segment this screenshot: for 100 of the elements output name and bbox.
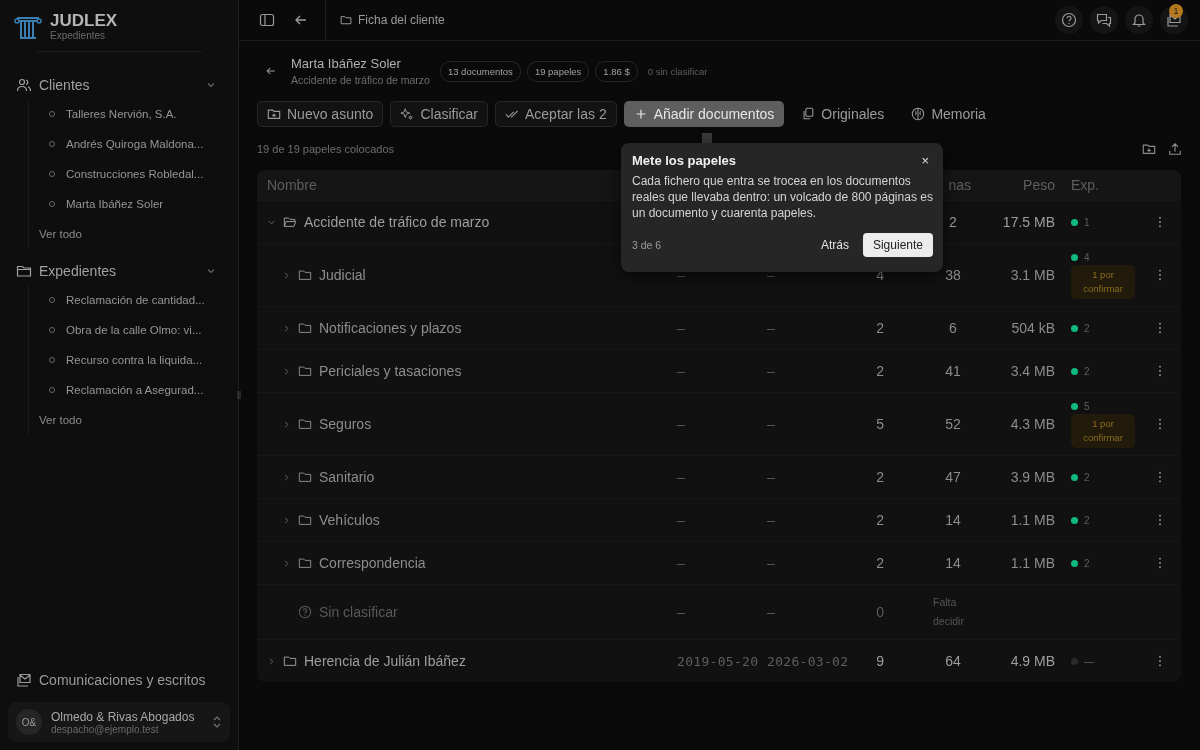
row-name[interactable]: Notificaciones y plazos (319, 320, 462, 336)
date-cell: — (677, 320, 686, 336)
sidebar-toggle-icon[interactable] (259, 12, 275, 28)
toolbar-button[interactable]: Nuevo asunto (257, 101, 384, 127)
back-arrow-icon[interactable] (265, 65, 277, 77)
toolbar-button[interactable]: Memoria (901, 101, 996, 127)
sidebar-item[interactable]: Construcciones Robledal... (39, 159, 230, 189)
sidebar-item[interactable]: Reclamación a Asegurad... (39, 375, 230, 405)
page-count: 52 (945, 416, 961, 432)
sidebar-item[interactable]: Andrés Quiroga Maldona... (39, 129, 230, 159)
date-cell: — (677, 363, 686, 379)
document-count: 9 (876, 653, 884, 669)
date-cell: — (767, 267, 776, 283)
resize-grip-icon[interactable] (237, 390, 241, 400)
account-switcher[interactable]: O& Olmedo & Rivas Abogados despacho@ejemplo.test (8, 702, 230, 742)
more-icon[interactable] (1158, 418, 1162, 430)
folder-icon (16, 263, 32, 279)
size-cell: 3.4 MB (1010, 363, 1055, 379)
folder-plus-icon (267, 107, 281, 121)
sidebar-item[interactable]: Comunicaciones y escritos (8, 666, 230, 694)
more-icon[interactable] (1158, 557, 1162, 569)
date-cell: 2019-05-20 (677, 653, 759, 669)
back-button[interactable]: Atrás (814, 234, 855, 256)
row-name[interactable]: Sanitario (319, 469, 375, 485)
row-name[interactable]: Judicial (319, 267, 366, 283)
toolbar-button[interactable]: Aceptar las 2 (495, 101, 617, 127)
pending-badge: 1 por confirmar (1071, 264, 1135, 299)
page-count: 47 (945, 469, 961, 485)
row-name[interactable]: Accidente de tráfico de marzo (304, 214, 490, 230)
chevron-updown-icon (212, 714, 222, 730)
chat-button[interactable] (1090, 6, 1118, 34)
popover-title: Mete los papeles (632, 153, 737, 168)
more-icon[interactable] (1158, 514, 1162, 526)
column-header: Peso (1022, 177, 1056, 193)
chat-icon (1096, 12, 1112, 28)
more-icon[interactable] (1158, 365, 1162, 377)
folder-plus-icon[interactable] (1142, 141, 1156, 156)
help-button[interactable] (1055, 6, 1083, 34)
sidebar-item[interactable]: Reclamación de cantidad... (39, 285, 230, 315)
notification-badge: 1 (1169, 4, 1183, 18)
date-cell: — (677, 416, 686, 432)
export-count: 2 (1084, 322, 1090, 334)
upload-icon[interactable] (1168, 141, 1182, 156)
date-cell: — (767, 512, 776, 528)
folder-icon (340, 14, 352, 26)
date-cell: — (767, 604, 776, 620)
row-name[interactable]: Periciales y tasaciones (319, 363, 462, 379)
date-cell: 2026-03-02 (767, 653, 849, 669)
export-count: 2 (1084, 365, 1090, 377)
toolbar-button[interactable]: Clasificar (390, 101, 488, 127)
date-cell: — (767, 363, 776, 379)
breadcrumb: Ficha del cliente (340, 13, 445, 27)
sidebar-item[interactable]: Recurso contra la liquida... (39, 345, 230, 375)
size-cell: 504 kB (1011, 320, 1055, 336)
next-button[interactable]: Siguiente (862, 233, 933, 257)
sidebar-item[interactable]: Obra de la calle Olmo: vi... (39, 315, 230, 345)
size-cell: 4.3 MB (1010, 416, 1055, 432)
date-cell: — (677, 267, 686, 283)
date-cell: — (677, 604, 686, 620)
more-icon[interactable] (1158, 322, 1162, 334)
document-count: 2 (876, 469, 884, 485)
app-subtitle: Expedientes (50, 30, 107, 41)
more-icon[interactable] (1158, 655, 1162, 667)
more-icon[interactable] (1158, 269, 1162, 281)
inbox-icon (1166, 12, 1182, 28)
users-icon (16, 77, 32, 93)
close-button[interactable]: × (917, 153, 933, 168)
sidebar-section-header[interactable]: Clientes (8, 71, 230, 99)
help-icon (1061, 12, 1077, 28)
sidebar-item[interactable]: Marta Ibáñez Soler (39, 189, 230, 219)
row-name[interactable]: Vehículos (319, 512, 380, 528)
column-header: Nombre (267, 177, 317, 193)
avatar: O& (16, 709, 42, 735)
document-count: 0 (876, 604, 884, 620)
toolbar-button[interactable]: Añadir documentos (623, 101, 785, 127)
question-circle-icon (298, 605, 312, 619)
row-name[interactable]: Herencia de Julián Ibáñez (304, 653, 466, 669)
folder-icon (298, 364, 312, 378)
sidebar-section-header[interactable]: Expedientes (8, 257, 230, 285)
count-chip: 1.86 $ (595, 60, 638, 82)
notifications-button[interactable] (1125, 6, 1153, 34)
document-count: 2 (876, 320, 884, 336)
size-cell: 1.1 MB (1010, 512, 1055, 528)
date-cell: — (677, 555, 686, 571)
brain-icon (911, 107, 926, 121)
more-icon[interactable] (1158, 216, 1162, 228)
toolbar-button[interactable]: Originales (791, 101, 895, 127)
see-all-link[interactable]: Ver todo (39, 219, 230, 249)
row-name[interactable]: Seguros (319, 416, 372, 432)
row-name[interactable]: Correspondencia (319, 555, 426, 571)
see-all-link[interactable]: Ver todo (39, 405, 230, 435)
client-name: Marta Ibáñez Soler (291, 56, 402, 71)
step-counter: 3 de 6 (632, 239, 662, 251)
folder-icon (283, 654, 297, 668)
sidebar-item[interactable]: Talleres Nervión, S.A. (39, 99, 230, 129)
more-icon[interactable] (1158, 471, 1162, 483)
page-count: 64 (945, 653, 961, 669)
case-subtitle: Accidente de tráfico de marzo (291, 74, 430, 86)
date-cell: — (767, 320, 776, 336)
folder-icon (298, 556, 312, 570)
